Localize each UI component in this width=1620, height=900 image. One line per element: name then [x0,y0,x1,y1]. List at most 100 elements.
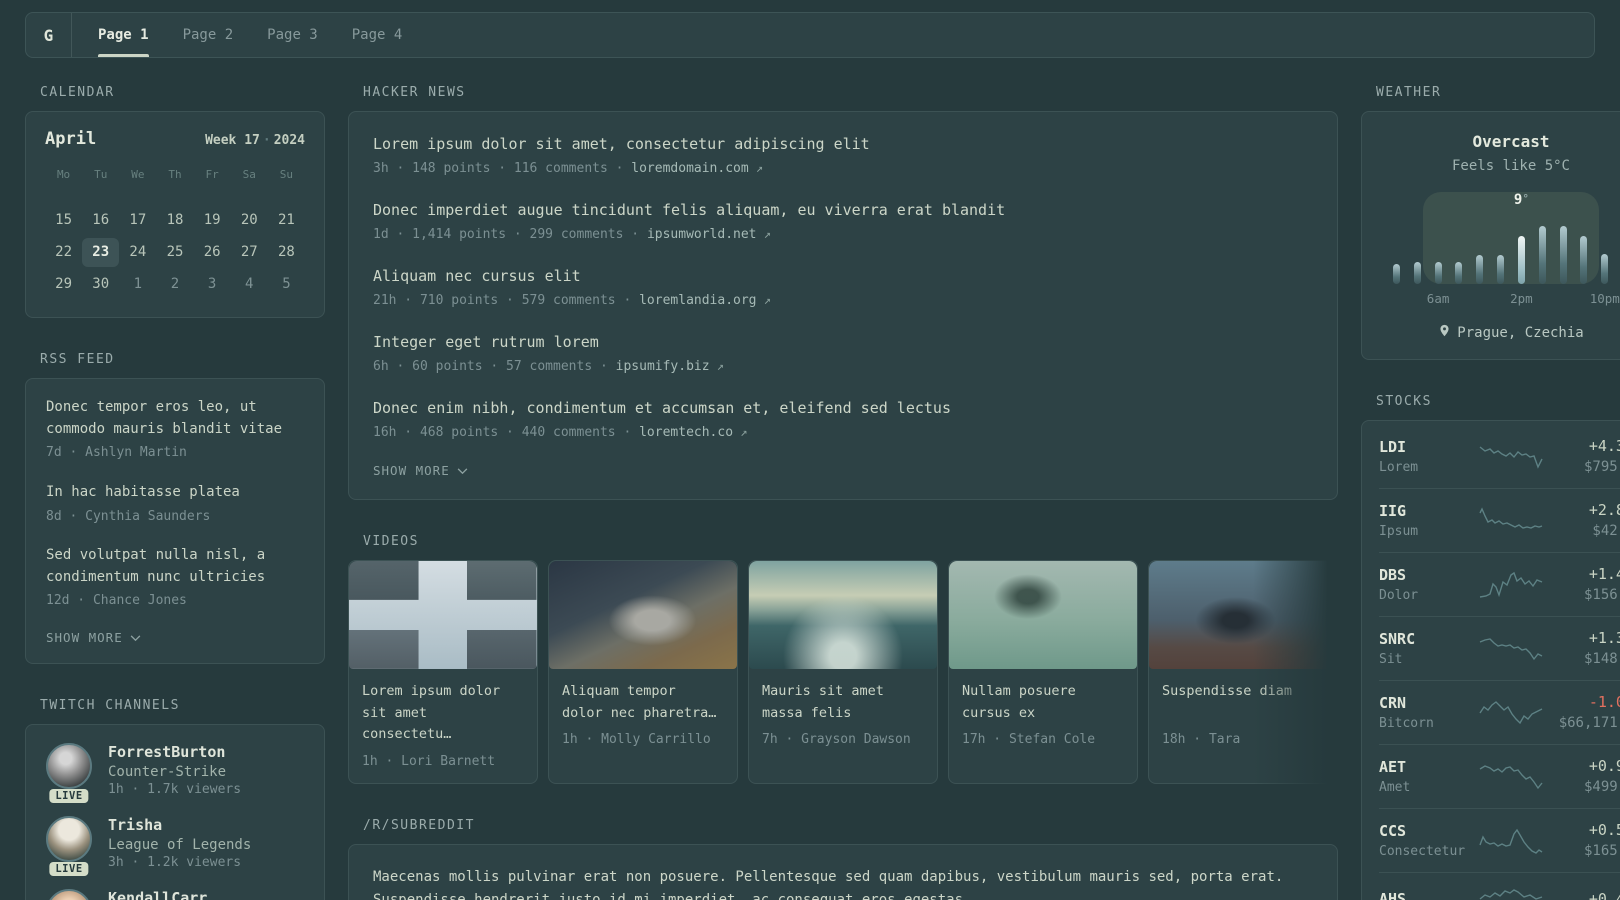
subreddit-post-title[interactable]: Maecenas mollis pulvinar erat non posuer… [373,866,1313,900]
twitch-channel-row[interactable]: LIVE ForrestBurton Counter-Strike 1h · 1.7k… [46,742,304,803]
stock-ticker[interactable]: IIG [1379,502,1469,520]
stocks-list: LDI Lorem +4.35% $795.18 IIG Ipsum +2.84% $42.0… [1379,425,1620,900]
rss-show-more-button[interactable]: SHOW MORE [46,630,304,645]
video-thumbnail[interactable] [1149,561,1337,669]
avatar[interactable] [46,815,92,862]
rss-item-title[interactable]: Donec tempor eros leo, ut commodo mauris… [46,397,304,440]
avatar[interactable] [46,888,92,900]
video-title[interactable]: Suspendisse diam [1162,681,1324,724]
stocks-widget: STOCKS LDI Lorem +4.35% $795.18 IIG Ipsum +2.8… [1361,394,1620,900]
weather-time-label: 10pm [1589,291,1620,306]
video-card[interactable]: Aliquam tempor dolor nec pharetra… 1h · M… [548,560,738,784]
calendar-day: 30 [92,276,110,292]
stock-row: IIG Ipsum +2.84% $42.04 [1379,488,1620,552]
stock-ticker[interactable]: SNRC [1379,630,1469,648]
stock-change-percent: +0.92% [1588,757,1620,775]
stock-name: Dolor [1379,587,1419,603]
stock-symbol-block: CCS Consectetur [1379,822,1469,859]
weather-bar-slot [1469,208,1490,284]
twitch-avatar-wrap: LIVE [46,815,92,876]
stock-values-block: +1.42% $156.28 [1553,565,1620,603]
video-title[interactable]: Lorem ipsum dolor sit amet consectetu… [362,681,524,746]
weather-bar [1580,236,1588,284]
hackernews-item: Aliquam nec cursus elit 21h · 710 points … [373,265,1313,310]
twitch-channel-name[interactable]: KendallCarr [108,889,207,900]
video-title[interactable]: Nullam posuere cursus ex [962,681,1124,724]
video-card[interactable]: Nullam posuere cursus ex 17h · Stefan Col… [948,560,1138,784]
app-logo[interactable]: G [26,13,72,57]
twitch-channel-info: KendallCarr [108,889,207,900]
rss-item: In hac habitasse platea 8d · Cynthia Saun… [46,482,304,526]
tab-page-4[interactable]: Page 4 [352,13,403,57]
weekday-label: Fr [205,168,219,181]
video-card[interactable]: Suspendisse diam 18h · Tara [1148,560,1338,784]
videos-widget-title: VIDEOS [363,534,419,549]
tab-page-3[interactable]: Page 3 [267,13,318,57]
external-link-icon: ↗ [756,292,771,307]
stock-change-percent: -1.00% [1588,693,1620,711]
calendar-weekdays: Mo Tu We Th Fr Sa Su [45,164,305,191]
twitch-channel-game: League of Legends [108,836,252,853]
rss-item-title[interactable]: Sed volutpat nulla nisl, a condimentum n… [46,545,304,588]
hackernews-list: Lorem ipsum dolor sit amet, consectetur … [373,133,1313,442]
video-title[interactable]: Mauris sit amet massa felis [762,681,924,724]
stock-ticker[interactable]: LDI [1379,438,1469,456]
stock-ticker[interactable]: CCS [1379,822,1469,840]
calendar-days: 15 16 17 18 19 20 21 22 23 24 25 26 27 28 29 30 1 2 3 4 5 [45,206,305,299]
stock-sparkline [1479,571,1543,598]
twitch-channel-name[interactable]: ForrestBurton [108,743,241,761]
twitch-channel-name[interactable]: Trisha [108,816,251,834]
hackernews-show-more-button[interactable]: SHOW MORE [373,463,1313,478]
hackernews-item-domain[interactable]: loremtech.co [639,425,733,440]
hackernews-item-title[interactable]: Lorem ipsum dolor sit amet, consectetur … [373,133,1313,156]
hackernews-item-title[interactable]: Donec enim nibh, condimentum et accumsan… [373,397,1313,420]
stock-sparkline [1479,446,1543,469]
weather-bar-slot [1553,208,1574,284]
weekday-label: Sa [242,168,256,181]
twitch-list: LIVE ForrestBurton Counter-Strike 1h · 1.7k… [46,742,304,900]
hackernews-item-domain[interactable]: ipsumworld.net [647,227,757,242]
top-navigation: G Page 1 Page 2 Page 3 Page 4 [25,12,1595,58]
hackernews-item-title[interactable]: Donec imperdiet augue tincidunt felis al… [373,199,1313,222]
calendar-day: 2 [170,276,180,292]
video-card[interactable]: Lorem ipsum dolor sit amet consectetu… 1h… [348,560,538,784]
video-card-body: Mauris sit amet massa felis 7h · Grayson … [749,669,937,761]
rss-item-meta: 12d · Chance Jones [46,593,187,609]
hackernews-item-domain[interactable]: ipsumify.biz [616,359,710,374]
hackernews-item-title[interactable]: Aliquam nec cursus elit [373,265,1313,288]
video-card[interactable]: Mauris sit amet massa felis 7h · Grayson … [748,560,938,784]
stock-ticker[interactable]: AET [1379,758,1469,776]
video-thumbnail[interactable] [749,561,937,669]
weather-location-label: Prague, Czechia [1457,324,1584,341]
stock-price: $148.64 [1583,651,1620,667]
rss-item-title[interactable]: In hac habitasse platea [46,482,304,504]
tab-page-1[interactable]: Page 1 [98,13,149,57]
video-thumbnail[interactable] [549,561,737,669]
stock-ticker[interactable]: CRN [1379,694,1469,712]
video-thumbnail[interactable] [349,561,537,669]
video-meta: 1h · Molly Carrillo [562,732,711,748]
hackernews-item-title[interactable]: Integer eget rutrum lorem [373,331,1313,354]
weather-bar-slot [1386,208,1407,284]
stock-symbol-block: SNRC Sit [1379,630,1469,667]
weekday-label: Th [168,168,182,181]
tab-page-2[interactable]: Page 2 [183,13,234,57]
twitch-channel-row[interactable]: KendallCarr [46,888,304,900]
weather-condition: Overcast [1472,132,1550,151]
calendar-day: 1 [133,276,143,292]
video-title[interactable]: Aliquam tempor dolor nec pharetra… [562,681,724,724]
stock-values-block: +1.36% $148.64 [1553,629,1620,667]
stock-ticker[interactable]: DBS [1379,566,1469,584]
avatar[interactable] [46,742,92,789]
stock-ticker[interactable]: AHS [1379,890,1469,900]
stock-sparkline [1479,701,1543,725]
twitch-channel-row[interactable]: LIVE Trisha League of Legends 3h · 1.2k vie… [46,815,304,876]
weather-bar [1476,255,1484,284]
weather-peak-temperature: 9° [1514,192,1529,208]
rss-widget: RSS FEED Donec tempor eros leo, ut commo… [25,352,325,664]
hackernews-item-domain[interactable]: loremlandia.org [639,293,756,308]
hackernews-item-domain[interactable]: loremdomain.com [631,161,748,176]
video-thumbnail[interactable] [949,561,1137,669]
stock-change-percent: +4.35% [1588,437,1620,455]
calendar-day: 16 [92,212,110,228]
